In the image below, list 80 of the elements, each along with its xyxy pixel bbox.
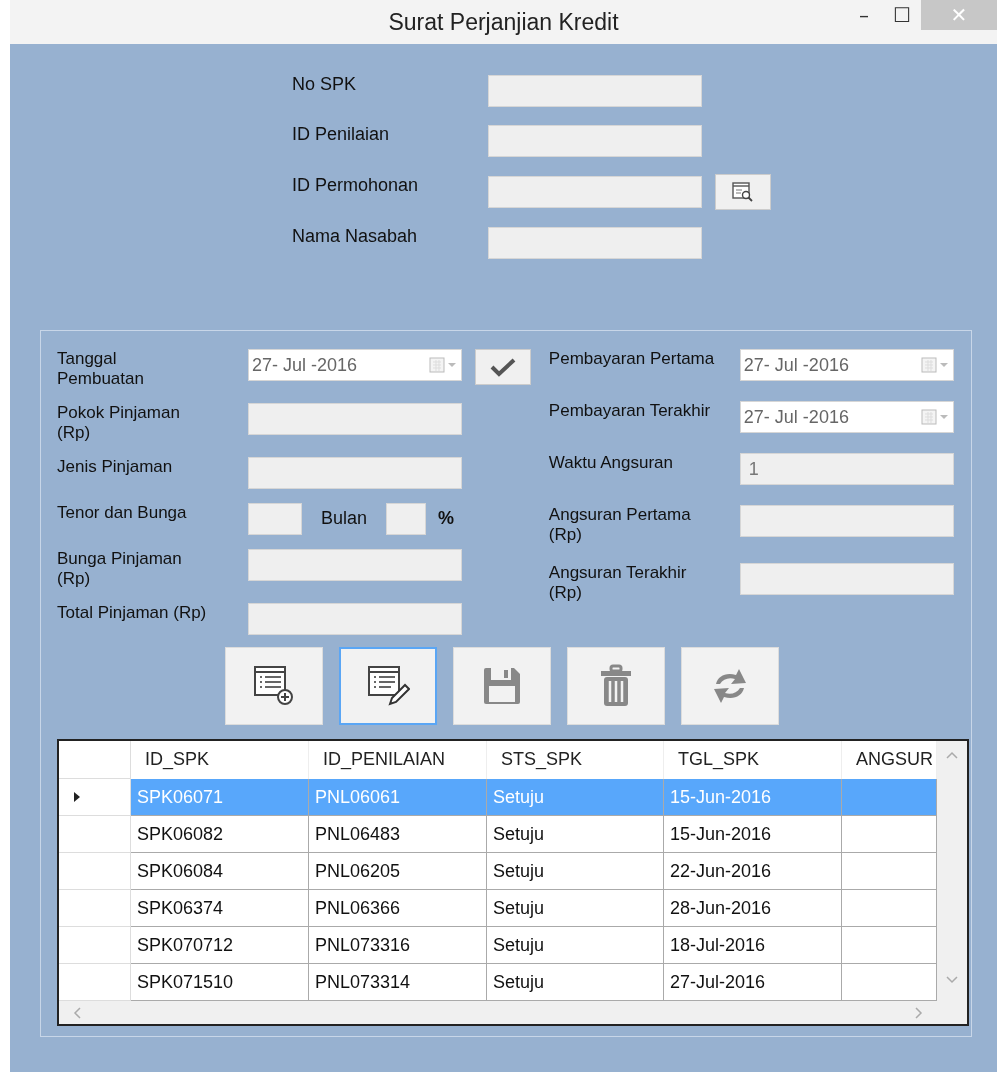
table-cell: SPK06082 xyxy=(131,816,309,853)
text-field[interactable] xyxy=(248,503,302,535)
list-add-icon xyxy=(252,664,296,708)
field-label: Nama Nasabah xyxy=(292,225,419,247)
table-cell: Setuju xyxy=(487,927,664,964)
text-field[interactable] xyxy=(248,549,462,581)
text-field[interactable] xyxy=(386,503,426,535)
text-field[interactable] xyxy=(248,457,462,489)
current-row-icon xyxy=(73,791,81,803)
text-field[interactable] xyxy=(488,75,702,107)
search-list-icon xyxy=(732,182,754,202)
table-cell: Setuju xyxy=(487,853,664,890)
field-label: Bunga Pinjaman (Rp) xyxy=(57,549,183,589)
table-row[interactable]: SPK06082 PNL06483 Setuju 15-Jun-2016 xyxy=(59,816,937,853)
table-cell: SPK070712 xyxy=(131,927,309,964)
text-field[interactable] xyxy=(739,563,954,595)
table-cell: SPK06071 xyxy=(131,779,309,816)
scroll-up-icon xyxy=(946,751,958,759)
confirm-button[interactable] xyxy=(475,349,531,385)
calendar-dropdown-icon xyxy=(429,357,459,373)
table-cell: 15-Jun-2016 xyxy=(664,816,842,853)
table-row[interactable]: SPK070712 PNL073316 Setuju 18-Jul-2016 xyxy=(59,927,937,964)
unit-label: Bulan xyxy=(319,507,368,529)
field-label: Angsuran Pertama (Rp) xyxy=(548,505,692,545)
calendar-dropdown-icon xyxy=(920,357,951,373)
table-cell: 18-Jul-2016 xyxy=(664,927,842,964)
trash-icon xyxy=(598,664,634,708)
table-cell: SPK06374 xyxy=(131,890,309,927)
table-cell: PNL06483 xyxy=(309,816,487,853)
scroll-down-icon xyxy=(946,976,958,984)
delete-button[interactable] xyxy=(567,647,665,725)
field-label: Tenor dan Bunga xyxy=(57,503,188,523)
scroll-left-icon xyxy=(73,1006,81,1019)
date-picker[interactable]: 27- Jul -2016 xyxy=(739,401,954,433)
table-row[interactable]: SPK06084 PNL06205 Setuju 22-Jun-2016 xyxy=(59,853,937,890)
text-field[interactable] xyxy=(248,603,462,635)
minimize-button[interactable]: – xyxy=(845,0,883,30)
text-field[interactable] xyxy=(488,227,702,259)
table-cell: Setuju xyxy=(487,890,664,927)
field-label: Tanggal Pembuatan xyxy=(57,349,145,389)
table-row[interactable]: SPK06374 PNL06366 Setuju 28-Jun-2016 xyxy=(59,890,937,927)
list-edit-icon xyxy=(366,664,410,708)
checkmark-icon xyxy=(490,357,516,377)
add-button[interactable] xyxy=(225,647,323,725)
field-label: Pokok Pinjaman (Rp) xyxy=(57,403,181,443)
field-label: Pembayaran Pertama xyxy=(548,349,716,369)
text-field[interactable]: 1 xyxy=(739,453,954,485)
date-picker[interactable]: 27- Jul -2016 xyxy=(248,349,462,381)
scroll-right-icon xyxy=(915,1006,923,1019)
field-label: Pembayaran Terakhir xyxy=(548,401,712,421)
table-cell: PNL06366 xyxy=(309,890,487,927)
field-label: Total Pinjaman (Rp) xyxy=(57,603,208,623)
field-label: ID Permohonan xyxy=(292,174,420,196)
table-cell: 15-Jun-2016 xyxy=(664,779,842,816)
text-field[interactable] xyxy=(488,176,702,208)
unit-label: % xyxy=(437,507,454,529)
edit-button[interactable] xyxy=(339,647,437,725)
table-cell: Setuju xyxy=(487,779,664,816)
lookup-button[interactable] xyxy=(715,174,771,210)
table-cell: PNL06061 xyxy=(309,779,487,816)
table-cell: PNL073316 xyxy=(309,927,487,964)
table-cell: 22-Jun-2016 xyxy=(664,853,842,890)
table-cell: Setuju xyxy=(487,816,664,853)
text-field[interactable] xyxy=(739,505,954,537)
date-picker[interactable]: 27- Jul -2016 xyxy=(739,349,954,381)
text-field[interactable] xyxy=(248,403,462,435)
field-label: No SPK xyxy=(292,73,358,95)
field-label: Angsuran Terakhir (Rp) xyxy=(548,563,688,603)
table-cell: PNL06205 xyxy=(309,853,487,890)
window-title: Surat Perjanjian Kredit xyxy=(388,8,619,36)
field-label: Jenis Pinjaman xyxy=(57,457,174,477)
maximize-button[interactable]: ☐ xyxy=(883,0,921,30)
table-cell: 28-Jun-2016 xyxy=(664,890,842,927)
calendar-dropdown-icon xyxy=(920,409,951,425)
field-label: ID Penilaian xyxy=(292,123,391,145)
table-cell: SPK06084 xyxy=(131,853,309,890)
field-label: Waktu Angsuran xyxy=(548,453,674,473)
text-field[interactable] xyxy=(488,125,702,157)
refresh-button[interactable] xyxy=(681,647,779,725)
save-button[interactable] xyxy=(453,647,551,725)
